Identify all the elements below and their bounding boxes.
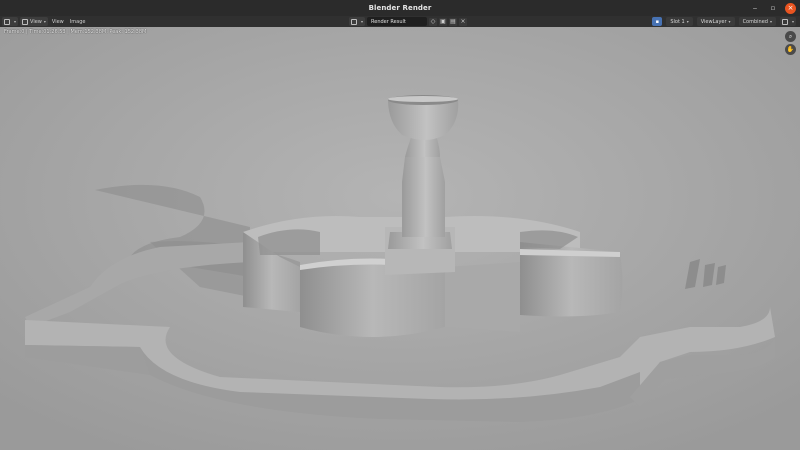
window-title: Blender Render — [368, 4, 432, 12]
view-mode-label: View — [30, 18, 42, 25]
render-pass-selector[interactable]: Combined ▾ — [738, 17, 776, 26]
view-layer-label: ViewLayer — [700, 18, 727, 25]
render-viewport[interactable] — [0, 27, 800, 450]
view-mode-selector[interactable]: View ▾ — [20, 17, 48, 26]
render-image — [0, 27, 800, 450]
color-alpha-icon — [781, 18, 788, 25]
open-folder-icon[interactable]: ▤ — [449, 17, 458, 26]
slot-selector[interactable]: Slot 1 ▾ — [666, 17, 693, 26]
close-button[interactable]: × — [785, 2, 796, 14]
chevron-down-icon: ▾ — [43, 19, 46, 24]
maximize-button[interactable]: ▫ — [767, 2, 779, 14]
image-editor-icon — [4, 18, 10, 25]
render-stats: Frame:0 | Time:01:26.53 | Mem:152.38M, P… — [4, 29, 147, 35]
render-pass-label: Combined — [742, 18, 768, 25]
chevron-down-icon: ▾ — [361, 19, 364, 24]
chevron-down-icon: ▾ — [769, 19, 772, 24]
chevron-down-icon: ▾ — [728, 19, 731, 24]
unlink-close-icon[interactable]: × — [459, 17, 468, 26]
image-browser: ▾ Render Result ◇ ▣ ▤ × — [347, 17, 468, 26]
zoom-icon[interactable]: ⌕ — [785, 31, 796, 42]
view-layer-selector[interactable]: ViewLayer ▾ — [696, 17, 735, 26]
browse-image-button[interactable]: ▾ — [349, 17, 366, 26]
minimize-button[interactable]: ‒ — [749, 2, 761, 14]
new-image-icon[interactable]: ▣ — [439, 17, 448, 26]
image-editor-header: ▾ View ▾ View Image ▾ Render Result ◇ ▣ … — [0, 16, 800, 27]
view-mode-icon — [22, 18, 29, 25]
display-mode-selector[interactable]: ▾ — [779, 17, 796, 26]
slot-label: Slot 1 — [670, 18, 685, 25]
render-slot-controls: ▪ Slot 1 ▾ ViewLayer ▾ Combined ▾ ▾ — [652, 17, 796, 26]
editor-type-selector[interactable]: ▾ — [2, 17, 19, 26]
chevron-down-icon: ▾ — [791, 19, 794, 24]
pan-hand-icon[interactable]: ✋ — [785, 44, 796, 55]
chevron-down-icon: ▾ — [686, 19, 689, 24]
image-name-field[interactable]: Render Result — [367, 17, 428, 26]
menu-image[interactable]: Image — [68, 17, 88, 26]
render-icon: ▪ — [655, 18, 660, 25]
menu-view[interactable]: View — [50, 17, 66, 26]
window-controls: ‒ ▫ × — [749, 2, 796, 14]
window-titlebar: Blender Render ‒ ▫ × — [0, 0, 800, 16]
display-channels-button[interactable]: ▪ — [652, 17, 663, 26]
image-browse-icon — [351, 18, 357, 25]
fake-user-shield-icon[interactable]: ◇ — [429, 17, 438, 26]
chevron-down-icon: ▾ — [14, 19, 17, 24]
